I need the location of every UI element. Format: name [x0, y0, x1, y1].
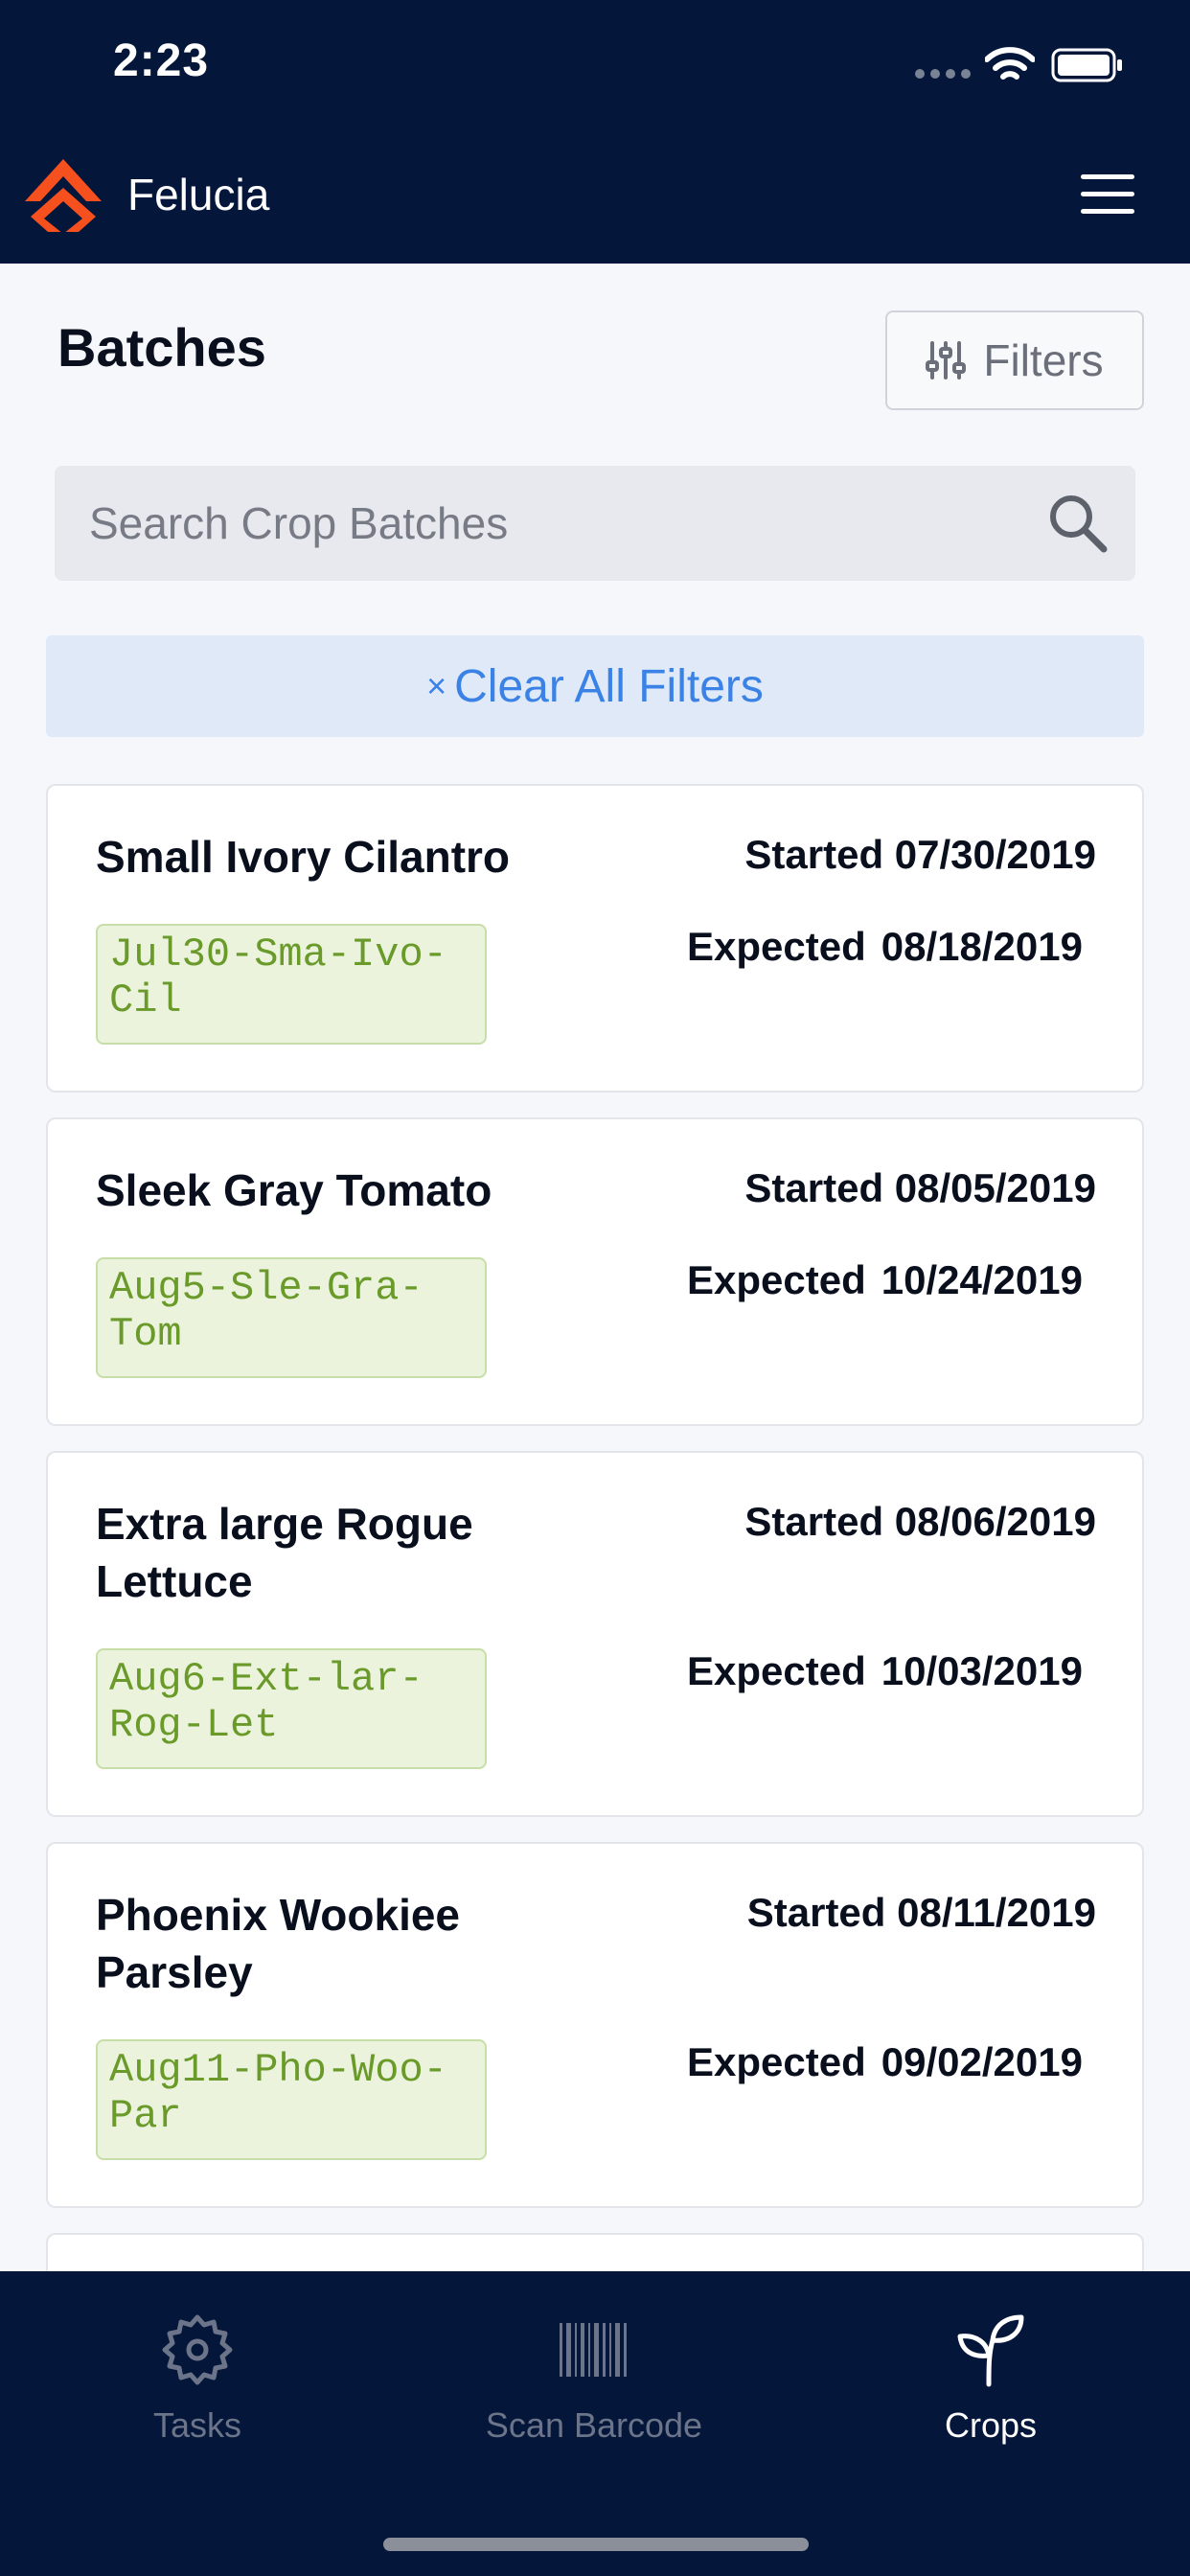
- expected-date: 08/18/2019: [881, 924, 1083, 969]
- tab-label: Crops: [944, 2405, 1038, 2445]
- batch-code: Aug5-Sle-Gra-Tom: [96, 1257, 487, 1378]
- app-header: Felucia: [0, 134, 1190, 264]
- clear-all-filters-button[interactable]: × Clear All Filters: [46, 635, 1144, 737]
- sprout-icon: [957, 2314, 1024, 2387]
- cellular-signal-icon: [915, 69, 971, 79]
- started-label: Started: [744, 1499, 884, 1544]
- batch-name: Sleek Gray Tomato: [96, 1165, 492, 1215]
- batch-list: Small Ivory Cilantro Jul30-Sma-Ivo-Cil S…: [46, 784, 1144, 2373]
- batch-name: Phoenix Wookiee Parsley: [96, 1890, 461, 1997]
- felucia-logo-icon: [25, 159, 102, 234]
- batch-name: Extra large Rogue Lettuce: [96, 1499, 473, 1606]
- batch-started: Started 08/05/2019: [744, 1165, 1096, 1211]
- batch-expected: Expected 10/24/2019: [687, 1257, 1083, 1303]
- tab-label: Scan Barcode: [485, 2405, 703, 2445]
- batch-expected: Expected 10/03/2019: [687, 1648, 1083, 1694]
- started-date: 08/06/2019: [894, 1499, 1096, 1544]
- search-box: [55, 466, 1135, 581]
- batch-code: Jul30-Sma-Ivo-Cil: [96, 924, 487, 1045]
- status-time: 2:23: [113, 35, 210, 86]
- filters-label: Filters: [983, 335, 1104, 385]
- started-label: Started: [744, 832, 884, 877]
- batch-code: Aug6-Ext-lar-Rog-Let: [96, 1648, 487, 1769]
- batch-started: Started 08/06/2019: [744, 1499, 1096, 1545]
- batch-expected: Expected 09/02/2019: [687, 2039, 1083, 2085]
- expected-label: Expected: [687, 924, 866, 969]
- started-date: 08/11/2019: [897, 1890, 1096, 1935]
- clear-all-filters-label: Clear All Filters: [454, 660, 764, 712]
- status-bar: 2:23: [0, 0, 1190, 134]
- barcode-icon: [560, 2323, 627, 2377]
- batch-card[interactable]: Phoenix Wookiee Parsley Aug11-Pho-Woo-Pa…: [46, 1842, 1144, 2208]
- tab-scan-barcode[interactable]: Scan Barcode: [450, 2310, 738, 2446]
- batch-card[interactable]: Small Ivory Cilantro Jul30-Sma-Ivo-Cil S…: [46, 784, 1144, 1092]
- expected-date: 09/02/2019: [881, 2039, 1083, 2084]
- expected-date: 10/03/2019: [881, 1648, 1083, 1693]
- tab-label: Tasks: [152, 2405, 242, 2445]
- batch-card[interactable]: Sleek Gray Tomato Aug5-Sle-Gra-Tom Start…: [46, 1117, 1144, 1426]
- started-label: Started: [746, 1890, 886, 1935]
- batch-started: Started 07/30/2019: [744, 832, 1096, 878]
- wifi-icon: [985, 47, 1035, 80]
- tab-tasks[interactable]: Tasks: [54, 2310, 341, 2446]
- bottom-tab-bar: Tasks Scan Barcode Crops: [0, 2271, 1190, 2576]
- sliders-icon: [926, 341, 967, 380]
- started-label: Started: [744, 1165, 884, 1210]
- home-indicator: [383, 2538, 809, 2551]
- batch-card[interactable]: Extra large Rogue Lettuce Aug6-Ext-lar-R…: [46, 1451, 1144, 1817]
- expected-label: Expected: [687, 1648, 866, 1693]
- gear-icon: [162, 2314, 233, 2385]
- search-input[interactable]: [89, 466, 1028, 581]
- started-date: 08/05/2019: [894, 1165, 1096, 1210]
- page-title: Batches: [57, 317, 266, 378]
- search-icon[interactable]: [1046, 492, 1110, 555]
- tab-crops[interactable]: Crops: [847, 2310, 1134, 2446]
- hamburger-menu-icon[interactable]: [1081, 174, 1134, 217]
- filters-button[interactable]: Filters: [885, 310, 1144, 410]
- close-icon: ×: [426, 666, 447, 705]
- batch-name: Small Ivory Cilantro: [96, 832, 511, 882]
- batch-code: Aug11-Pho-Woo-Par: [96, 2039, 487, 2160]
- expected-label: Expected: [687, 1257, 866, 1302]
- expected-date: 10/24/2019: [881, 1257, 1083, 1302]
- battery-icon: [1051, 48, 1122, 82]
- batch-started: Started 08/11/2019: [747, 1890, 1096, 1936]
- batch-expected: Expected 08/18/2019: [687, 924, 1083, 970]
- app-name: Felucia: [127, 170, 270, 219]
- expected-label: Expected: [687, 2039, 866, 2084]
- started-date: 07/30/2019: [894, 832, 1096, 877]
